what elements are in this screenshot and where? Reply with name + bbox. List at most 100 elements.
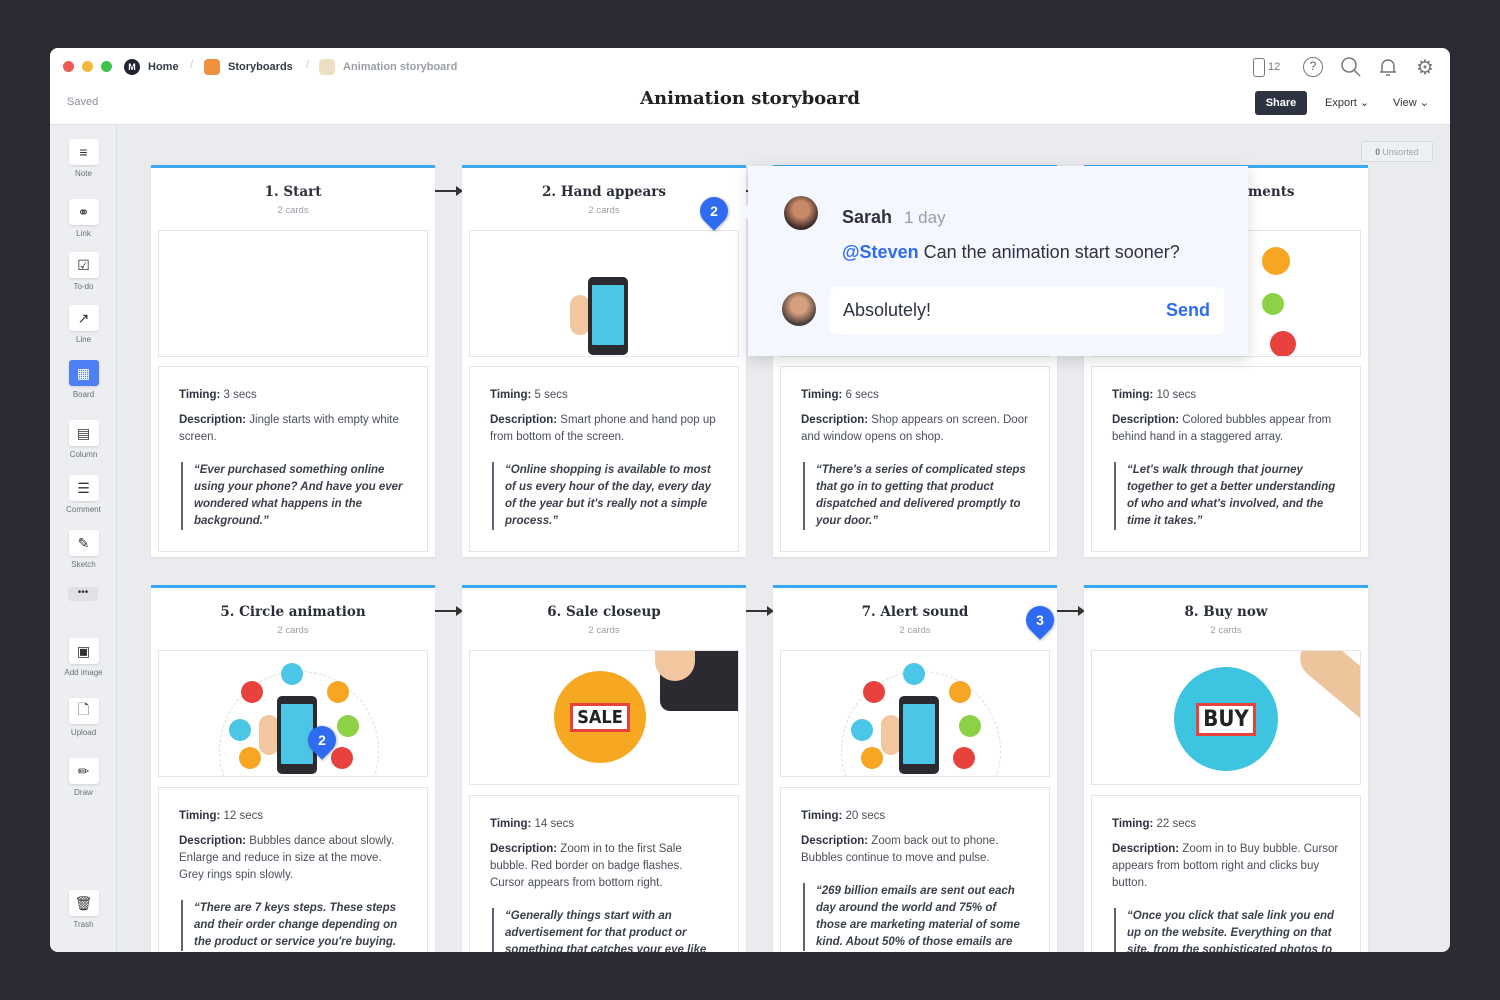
card-notes[interactable]: Timing: 20 secs Description: Zoom back o… [780,787,1050,952]
hand-illustration [881,715,901,755]
storyboard-card[interactable]: 1. Start 2 cards Timing: 3 secs Descript… [151,165,435,557]
device-preview-button[interactable]: 12 [1253,56,1293,78]
timing-value: 3 secs [223,389,257,401]
tool-note[interactable]: ≡ Note [50,139,117,178]
card-notes[interactable]: Timing: 10 secs Description: Colored bub… [1091,366,1361,552]
comment-pin[interactable]: 2 [694,191,734,231]
timing-label: Timing: [179,389,221,401]
card-image[interactable] [158,650,428,777]
comment-text: Can the animation start sooner? [923,242,1180,262]
settings-button[interactable]: ⚙ [1414,56,1436,79]
card-image[interactable] [158,230,428,357]
reply-input[interactable]: Absolutely! Send [830,287,1224,334]
hand-illustration [570,295,590,335]
comment-pin[interactable]: 3 [1020,600,1060,640]
comment-author: Sarah [842,207,893,227]
card-notes[interactable]: Timing: 3 secs Description: Jingle start… [158,366,428,552]
sale-bubble: SALE [554,671,646,763]
bubble-icon [241,681,263,703]
tool-to-do[interactable]: ☑ To-do [50,252,117,291]
breadcrumb-home-label: Home [148,61,179,73]
bubble-icon [863,681,885,703]
comment-pin[interactable]: 2 [302,720,342,760]
bubble-icon [949,681,971,703]
more-tools-button[interactable]: ••• [68,587,98,601]
close-window-button[interactable] [63,61,74,72]
connector-arrow [746,606,774,616]
card-title[interactable]: 7. Alert sound [773,604,1057,620]
tool-trash[interactable]: 🗑 Trash [50,890,117,929]
card-notes[interactable]: Timing: 14 secs Description: Zoom in to … [469,795,739,952]
card-notes[interactable]: Timing: 12 secs Description: Bubbles dan… [158,787,428,952]
share-button[interactable]: Share [1255,91,1307,115]
tool-label: To-do [73,282,94,291]
phone-illustration [588,277,628,355]
search-button[interactable] [1340,56,1362,78]
comment-count: 2 [318,732,326,748]
card-image[interactable] [469,230,739,357]
current-user-avatar [782,292,816,326]
help-button[interactable]: ? [1302,56,1324,78]
tool-upload[interactable]: 🗋 Upload [50,698,117,737]
storyboard-card[interactable]: 5. Circle animation 2 cards Timing: 12 s… [151,585,435,952]
animation-board-icon [319,59,335,75]
storyboard-card[interactable]: 6. Sale closeup 2 cards SALE Timing: 14 … [462,585,746,952]
card-notes[interactable]: Timing: 5 secs Description: Smart phone … [469,366,739,552]
card-title[interactable]: 1. Start [151,184,435,200]
card-title[interactable]: 5. Circle animation [151,604,435,620]
breadcrumb-home[interactable]: M Home [124,59,179,75]
tool-comment[interactable]: ☰ Comment [50,475,117,514]
notifications-button[interactable] [1377,56,1399,78]
card-notes[interactable]: Timing: 6 secs Description: Shop appears… [780,366,1050,552]
chevron-down-icon: ⌄ [1359,97,1370,109]
view-menu[interactable]: View ⌄ [1393,96,1429,109]
tool-add-image[interactable]: ▣ Add image [50,638,117,677]
timing-label: Timing: [801,810,843,822]
bubble-icon [953,747,975,769]
tool-sketch[interactable]: ✎ Sketch [50,530,117,569]
phone-icon [1253,57,1265,77]
comment-mention[interactable]: @Steven [842,242,919,262]
voiceover-quote: “Ever purchased something online using y… [181,462,407,530]
storyboard-card[interactable]: 7. Alert sound 2 cards Timing: 20 secs D… [773,585,1057,952]
timing-value: 5 secs [534,389,568,401]
card-image[interactable]: BUY [1091,650,1361,785]
voiceover-quote: “Generally things start with an advertis… [492,908,718,952]
timing-value: 14 secs [534,818,575,830]
tool-draw[interactable]: ✏ Draw [50,758,117,797]
search-icon [1341,57,1361,77]
card-image[interactable]: SALE [469,650,739,785]
tool-label: Line [75,335,92,344]
breadcrumb-storyboards[interactable]: Storyboards [204,59,293,75]
card-title[interactable]: 8. Buy now [1084,604,1368,620]
export-menu[interactable]: Export ⌄ [1325,96,1369,109]
minimize-window-button[interactable] [82,61,93,72]
tool-sidebar: ≡ Note ⚭ Link ☑ To-do ↗ Line ▦ Board ▤ Column ☰ Comme… [50,125,117,952]
image-icon: ▣ [68,638,99,664]
bubble-icon [239,747,261,769]
card-notes[interactable]: Timing: 22 secs Description: Zoom in to … [1091,795,1361,952]
breadcrumb-current[interactable]: Animation storyboard [319,59,457,75]
description-label: Description: [801,414,869,426]
board-icon: ▦ [68,360,99,386]
card-image[interactable] [780,650,1050,777]
tool-link[interactable]: ⚭ Link [50,199,117,238]
voiceover-quote: “Once you click that sale link you end u… [1114,908,1340,952]
send-button[interactable]: Send [1166,300,1210,321]
line-icon: ↗ [68,305,99,331]
comment-count: 3 [1036,612,1044,628]
tool-line[interactable]: ↗ Line [50,305,117,344]
bubble-icon [851,719,873,741]
maximize-window-button[interactable] [101,61,112,72]
column-icon: ▤ [68,420,99,446]
storyboard-card[interactable]: 8. Buy now 2 cards BUY Timing: 22 secs D… [1084,585,1368,952]
unsorted-label: Unsorted [1382,146,1419,157]
card-title[interactable]: 6. Sale closeup [462,604,746,620]
breadcrumb-separator: / [306,59,310,71]
tool-board[interactable]: ▦ Board [50,360,117,399]
tool-column[interactable]: ▤ Column [50,420,117,459]
unsorted-button[interactable]: 0 Unsorted [1361,141,1433,162]
draw-icon: ✏ [68,758,99,784]
voiceover-quote: “Let's walk through that journey togethe… [1114,462,1340,530]
timing-label: Timing: [1112,389,1154,401]
